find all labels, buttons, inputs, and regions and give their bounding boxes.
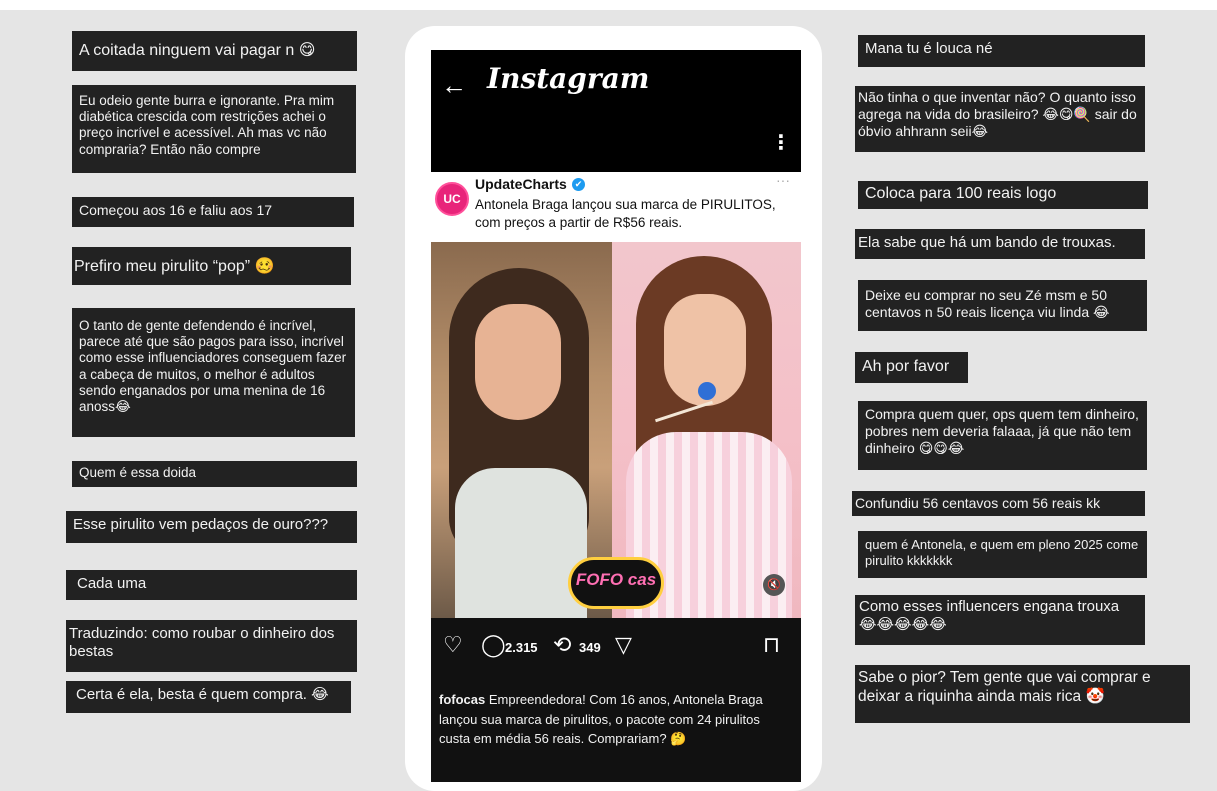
comment-left-10: Certa é ela, besta é quem compra. 😂 [66,681,351,713]
more-options-icon[interactable]: ⋮ [771,130,791,155]
like-heart-icon[interactable]: ♡ [443,632,463,658]
post-caption: fofocas Empreendedora! Com 16 anos, Anto… [439,690,791,749]
fofocas-logo: FOFO cas [568,557,664,609]
top-edge [0,0,1217,10]
avatar[interactable]: UC [435,182,469,216]
post-menu-icon[interactable]: ··· [776,172,790,188]
app-title: Instagram [487,62,650,95]
comment-left-5: O tanto de gente defendendo é incrível, … [72,308,355,437]
comment-right-7: Compra quem quer, ops quem tem dinheiro,… [858,401,1147,470]
comment-right-2: Não tinha o que inventar não? O quanto i… [855,86,1145,152]
account-name[interactable]: UpdateCharts [475,176,567,192]
comment-left-3: Começou aos 16 e faliu aos 17 [72,197,354,227]
comment-right-8: Confundiu 56 centavos com 56 reais kk [852,491,1145,516]
mute-icon[interactable]: 🔇 [763,574,785,596]
bookmark-icon[interactable]: ⊓ [763,632,780,658]
comment-icon[interactable]: ◯ [481,632,506,658]
repost-count: 349 [579,640,601,655]
caption-text: Empreendedora! Com 16 anos, Antonela Bra… [439,692,763,746]
comment-left-4: Prefiro meu pirulito “pop” 🥴 [72,247,351,285]
comment-count: 2.315 [505,640,538,655]
verified-badge-icon: ✔ [572,178,585,191]
comment-right-3: Coloca para 100 reais logo [858,181,1148,209]
back-arrow-icon[interactable]: ← [441,70,467,101]
comment-left-6: Quem é essa doida [72,461,357,487]
comment-left-8: Cada uma [66,570,357,600]
post-actions: ♡ ◯ 2.315 ⟲ 349 ▽ ⊓ [431,618,801,678]
comment-left-7: Esse pirulito vem pedaços de ouro??? [66,511,357,543]
comment-left-1: A coitada ninguem vai pagar n 😋 [72,31,357,71]
comment-left-9: Traduzindo: como roubar o dinheiro dos b… [66,620,357,672]
lollipop [698,382,716,400]
comment-right-9: quem é Antonela, e quem em pleno 2025 co… [858,531,1147,578]
repost-icon[interactable]: ⟲ [553,632,571,658]
comment-right-5: Deixe eu comprar no seu Zé msm e 50 cent… [858,280,1147,331]
comment-left-2: Eu odeio gente burra e ignorante. Pra mi… [72,85,356,173]
comment-right-4: Ela sabe que há um bando de trouxas. [855,229,1145,259]
comment-right-10: Como esses influencers engana trouxa 😂😂😂… [855,595,1145,645]
share-icon[interactable]: ▽ [615,632,632,658]
instagram-screen: ← Instagram ⋮ UC UpdateCharts ✔ ··· Anto… [431,50,801,782]
comment-right-1: Mana tu é louca né [858,35,1145,67]
embedded-post-header: UC UpdateCharts ✔ ··· Antonela Braga lan… [431,172,801,242]
instagram-header: ← Instagram ⋮ [431,50,801,172]
caption-username[interactable]: fofocas [439,692,485,707]
comment-right-6: Ah por favor [855,352,968,383]
comment-right-11: Sabe o pior? Tem gente que vai comprar e… [855,665,1190,723]
embedded-post-text: Antonela Braga lançou sua marca de PIRUL… [475,197,776,230]
